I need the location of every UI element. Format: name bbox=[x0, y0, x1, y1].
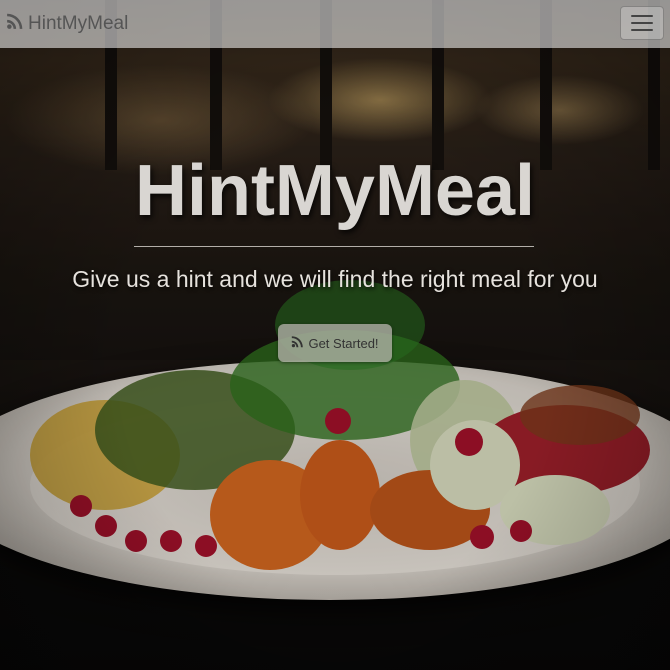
hero-section: HintMyMeal Give us a hint and we will fi… bbox=[0, 0, 670, 670]
get-started-button[interactable]: Get Started! bbox=[278, 324, 392, 362]
get-started-label: Get Started! bbox=[308, 335, 379, 351]
hamburger-bar bbox=[631, 22, 653, 24]
navbar-toggle-button[interactable] bbox=[620, 6, 664, 40]
hamburger-menu-icon bbox=[631, 15, 653, 17]
hero-subtitle: Give us a hint and we will find the righ… bbox=[72, 266, 598, 292]
hero-title: HintMyMeal bbox=[134, 151, 536, 231]
hero-divider bbox=[134, 246, 534, 247]
brand-link[interactable]: HintMyMeal bbox=[6, 12, 128, 36]
hamburger-bar bbox=[631, 29, 653, 31]
rss-feed-icon bbox=[6, 12, 24, 36]
brand-label: HintMyMeal bbox=[28, 13, 129, 34]
rss-feed-icon bbox=[291, 335, 304, 351]
top-navbar: HintMyMeal bbox=[0, 0, 670, 48]
